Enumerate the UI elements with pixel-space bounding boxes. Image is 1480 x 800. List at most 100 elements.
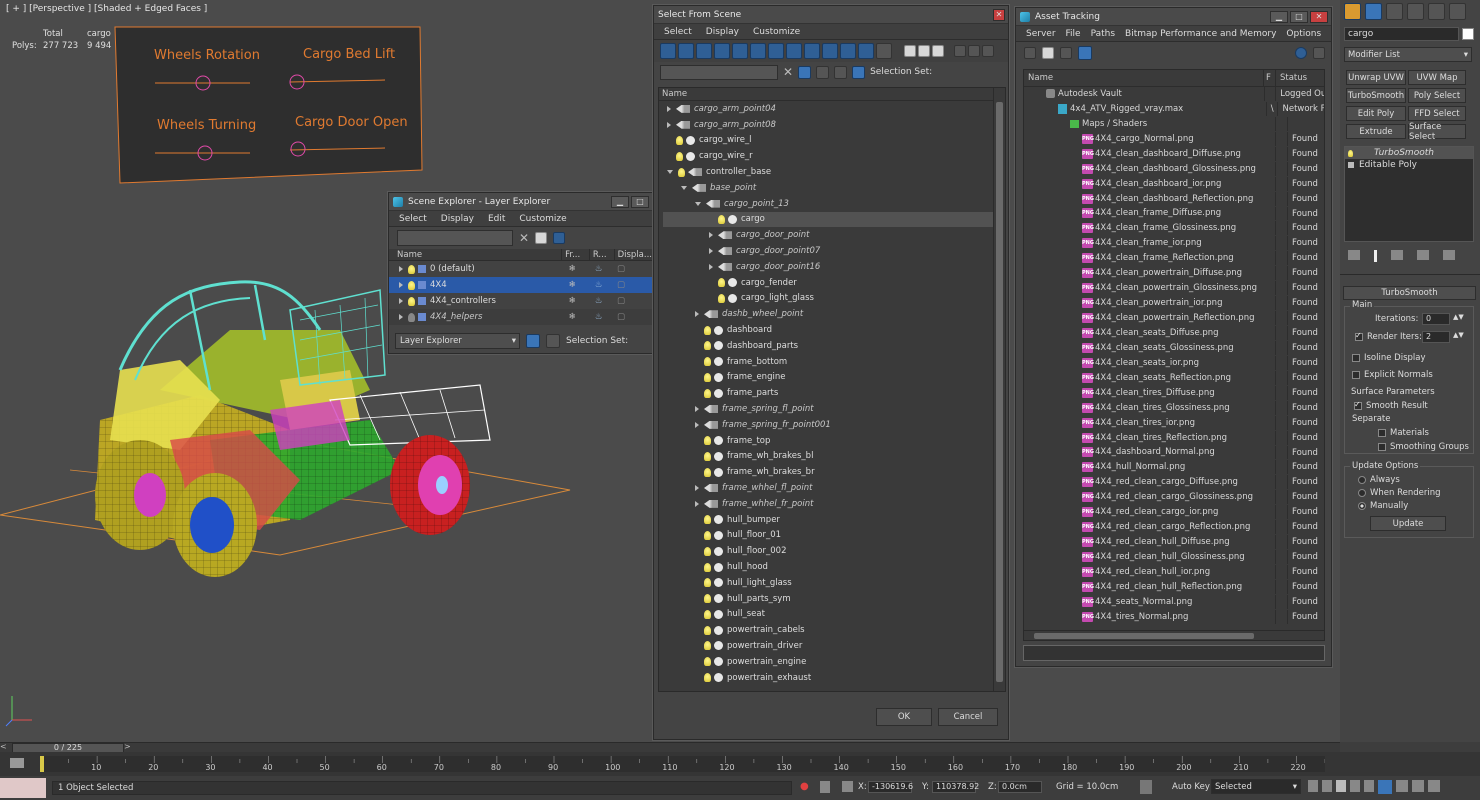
visibility-bulb-icon[interactable] (704, 372, 711, 382)
asset-tracking-titlebar[interactable]: Asset Tracking ▁ □ ✕ (1016, 8, 1331, 26)
asset-file-row[interactable]: PNG 4X4_clean_seats_Reflection.png Found (1024, 370, 1324, 386)
scene-tree-scrollbar[interactable] (993, 88, 1005, 691)
hierarchy-tab-icon[interactable] (1386, 3, 1403, 20)
visibility-bulb-icon[interactable] (704, 673, 711, 683)
extrude-button[interactable]: Extrude (1346, 124, 1406, 139)
scene-tree-item[interactable]: cargo_door_point07 (663, 243, 1005, 259)
filter-cameras-icon[interactable] (714, 43, 730, 59)
x-coordinate-field[interactable]: -130619.6 (868, 781, 913, 793)
filter-frozen-icon[interactable] (840, 43, 856, 59)
render-teapot-icon[interactable]: ♨ (586, 280, 611, 290)
asset-file-row[interactable]: PNG 4X4_red_clean_hull_Reflection.png Foun… (1024, 579, 1324, 595)
visibility-bulb-icon[interactable] (676, 151, 683, 161)
pin-stack-icon[interactable] (1348, 250, 1360, 260)
time-prev-icon[interactable]: < (0, 742, 10, 752)
sfs-menu-select[interactable]: Select (664, 27, 692, 37)
scene-tree-item[interactable]: cargo_wire_l (663, 133, 1005, 149)
render-iters-spin-arrows-icon[interactable]: ▲▼ (1453, 331, 1464, 339)
explorer-type-dropdown[interactable]: Layer Explorer ▾ (395, 333, 520, 349)
visibility-bulb-icon[interactable] (704, 357, 711, 367)
scene-tree-item[interactable]: cargo_light_glass (663, 291, 1005, 307)
asset-tree-row[interactable]: 4x4_ATV_Rigged_vray.max \ Network P (1024, 101, 1324, 117)
turbosmooth-rollout-header[interactable]: TurboSmooth (1343, 286, 1476, 300)
expand-arrow-icon[interactable] (399, 298, 403, 304)
scene-tree-item[interactable]: cargo_arm_point04 (663, 101, 1005, 117)
select-from-scene-titlebar[interactable]: Select From Scene ✕ (654, 6, 1008, 24)
curve-editor-icon[interactable] (10, 758, 24, 768)
auto-key-button[interactable]: Auto Key (1172, 782, 1210, 792)
display-none-icon[interactable] (904, 45, 916, 57)
scene-tree-item[interactable]: cargo_door_point16 (663, 259, 1005, 275)
at-maximize-icon[interactable]: □ (1290, 10, 1308, 23)
layer-row[interactable]: 4X4 ❄ ♨ ▢ (389, 277, 652, 293)
display-cube-icon[interactable]: ▢ (611, 312, 631, 322)
sfs-hierarchy-icon[interactable] (852, 65, 866, 79)
filter-lights-icon[interactable] (696, 43, 712, 59)
layer-row[interactable]: 4X4_helpers ❄ ♨ ▢ (389, 309, 652, 325)
maximize-icon[interactable]: □ (631, 195, 649, 208)
filter-groups-icon[interactable] (768, 43, 784, 59)
visibility-bulb-icon[interactable] (704, 657, 711, 667)
scene-tree-item[interactable]: powertrain_driver (663, 638, 1005, 654)
expand-plus-icon[interactable] (1348, 162, 1354, 168)
at-menu-options[interactable]: Options (1286, 29, 1321, 39)
asset-file-row[interactable]: PNG 4X4_clean_tires_Glossiness.png Found (1024, 400, 1324, 416)
tree-arrow-icon[interactable] (695, 406, 699, 413)
render-teapot-icon[interactable]: ♨ (586, 264, 611, 274)
scene-tree-item[interactable]: frame_spring_fl_point (663, 401, 1005, 417)
expand-arrow-icon[interactable] (399, 266, 403, 272)
asset-file-row[interactable]: PNG 4X4_clean_powertrain_Reflection.png Fo… (1024, 311, 1324, 326)
display-all-icon[interactable] (918, 45, 930, 57)
display-tab-icon[interactable] (1428, 3, 1445, 20)
time-next-icon[interactable]: > (124, 742, 134, 752)
filter-geometry-icon[interactable] (660, 43, 676, 59)
scene-tree-item[interactable]: frame_bottom (663, 354, 1005, 370)
hierarchy-icon[interactable] (546, 334, 560, 348)
scene-tree-item[interactable]: frame_wh_brakes_bl (663, 449, 1005, 465)
visibility-bulb-icon[interactable] (704, 609, 711, 619)
asset-file-row[interactable]: PNG 4X4_clean_powertrain_ior.png Found (1024, 296, 1324, 312)
sfs-select-children-icon[interactable] (816, 65, 830, 79)
visibility-bulb-icon[interactable] (704, 436, 711, 446)
current-frame-marker[interactable] (40, 756, 44, 772)
asset-tracking-window[interactable]: Asset Tracking ▁ □ ✕ Server File Paths B… (1015, 7, 1332, 667)
scene-tree-item[interactable]: controller_base (663, 164, 1005, 180)
tree-arrow-icon[interactable] (709, 232, 713, 239)
absolute-mode-icon[interactable] (842, 781, 853, 792)
visibility-bulb-icon[interactable] (704, 546, 711, 556)
asset-file-row[interactable]: PNG 4X4_cargo_Normal.png Found (1024, 131, 1324, 147)
tree-arrow-icon[interactable] (709, 263, 713, 270)
show-end-result-icon[interactable] (1374, 250, 1377, 262)
scene-tree-item[interactable]: cargo_door_point (663, 227, 1005, 243)
visibility-bulb-icon[interactable] (408, 296, 415, 306)
uvw-map-button[interactable]: UVW Map (1408, 70, 1466, 85)
at-table-icon[interactable] (1060, 47, 1072, 59)
visibility-bulb-icon[interactable] (718, 278, 725, 288)
at-refresh-icon[interactable] (1024, 47, 1036, 59)
update-button[interactable]: Update (1370, 516, 1446, 531)
visibility-bulb-icon[interactable] (704, 625, 711, 635)
at-list-icon[interactable] (1042, 47, 1054, 59)
stack-item-turbosmooth[interactable]: TurboSmooth (1345, 147, 1473, 159)
minimize-icon[interactable]: ▁ (611, 195, 629, 208)
visibility-bulb-icon[interactable] (704, 594, 711, 604)
sfs-find-case-icon[interactable] (798, 65, 812, 79)
orbit-icon[interactable] (1428, 780, 1440, 792)
isoline-checkbox[interactable] (1352, 353, 1360, 362)
go-to-end-icon[interactable] (1364, 780, 1374, 792)
key-mode-icon[interactable] (1378, 780, 1392, 794)
scene-tree-item[interactable]: powertrain_exhaust (663, 670, 1005, 686)
zoom-extents-icon[interactable] (1396, 780, 1408, 792)
object-color-swatch[interactable] (1462, 28, 1474, 40)
scene-tree-item[interactable]: frame_wh_brakes_br (663, 464, 1005, 480)
motion-tab-icon[interactable] (1407, 3, 1424, 20)
layers-icon[interactable] (982, 45, 994, 57)
scene-tree-item[interactable]: powertrain_engine (663, 654, 1005, 670)
visibility-bulb-icon[interactable] (704, 467, 711, 477)
at-menu-paths[interactable]: Paths (1091, 29, 1115, 39)
sfs-search-input[interactable] (660, 64, 778, 80)
at-col-name[interactable]: Name (1024, 70, 1264, 86)
at-minimize-icon[interactable]: ▁ (1270, 10, 1288, 23)
visibility-bulb-icon[interactable] (704, 530, 711, 540)
asset-file-row[interactable]: PNG 4X4_clean_dashboard_Reflection.png Fou… (1024, 191, 1324, 207)
